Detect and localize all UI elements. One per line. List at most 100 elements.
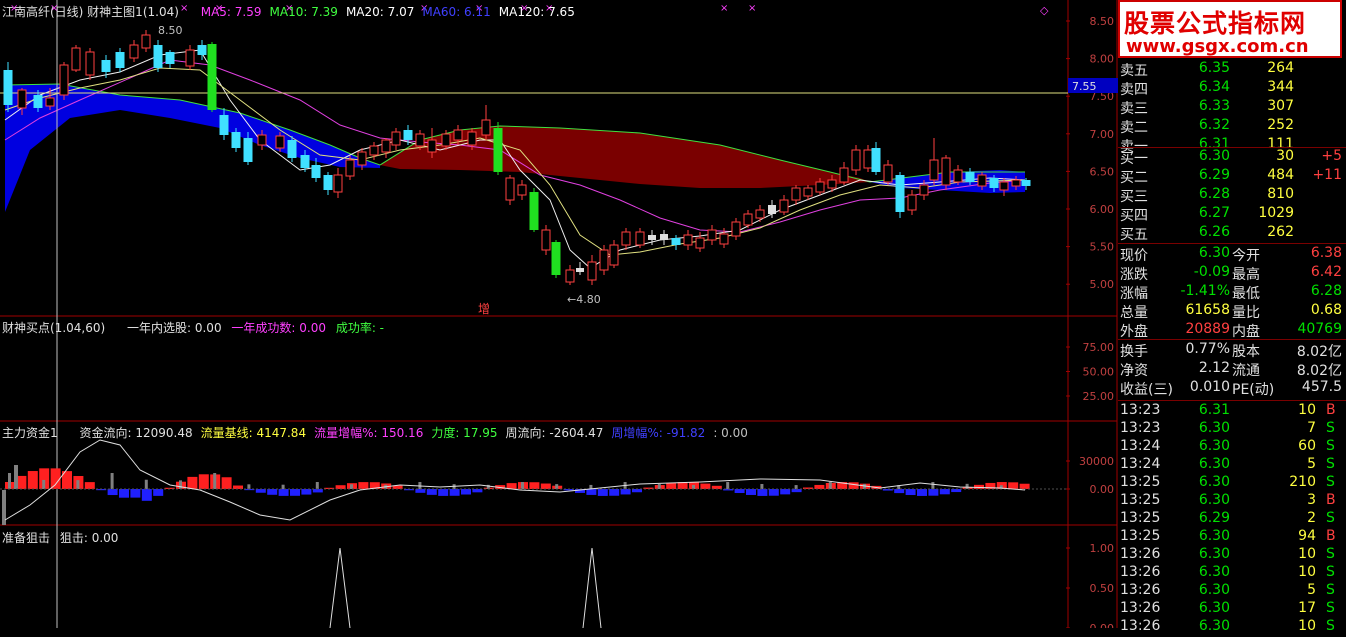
tick-side: S: [1326, 582, 1335, 598]
bid-volume: 484: [1267, 167, 1294, 183]
fund-flow-legend-item: : 0.00: [713, 426, 748, 440]
candle-body: [323, 175, 333, 190]
flow-bar: [894, 489, 905, 494]
fund-flow-legend-item: 流量增幅%: 150.16: [314, 426, 424, 440]
tick-side: S: [1326, 438, 1335, 454]
flow-bar: [734, 489, 745, 494]
flow-grey-bar: [760, 483, 764, 489]
tick-price: 6.31: [1198, 402, 1230, 418]
flow-grey-bar: [144, 479, 148, 489]
fundamental-label: 流通: [1232, 363, 1260, 379]
panel4-value: 狙击: 0.00: [59, 531, 119, 545]
diamond-icon[interactable]: ◇: [1040, 4, 1049, 17]
chart-area[interactable]: × × × × × × × × × × × 8.508.007.507.006.506.005.50…: [0, 0, 1118, 628]
candle-body: [965, 172, 975, 182]
tick-time: 13:26: [1120, 618, 1161, 634]
tick-volume: 94: [1298, 528, 1316, 544]
crosshair-price-label: 7.55: [1072, 80, 1097, 93]
y-tick-label: 75.00: [1083, 341, 1115, 354]
fundamental-value: 8.02亿: [1296, 344, 1342, 360]
quote-label: 现价: [1120, 248, 1148, 264]
bid-price: 6.29: [1198, 167, 1230, 183]
y-tick-label: 7.00: [1090, 128, 1115, 141]
flow-grey-bar: [794, 485, 798, 489]
candle-body: [333, 174, 343, 193]
candle-body: [153, 45, 163, 68]
quote-value: -1.41%: [1180, 283, 1230, 299]
candle-body: [33, 95, 43, 108]
candle-body: [115, 52, 125, 68]
flow-bar: [153, 489, 164, 496]
panel3-title: 主力资金1: [2, 426, 58, 440]
ma-legend-item: MA120: 7.65: [498, 5, 575, 19]
ask-price: 6.32: [1198, 117, 1230, 133]
flow-bar: [597, 489, 608, 496]
flow-bar: [358, 482, 369, 489]
fundamental-value: 0.77%: [1185, 341, 1230, 357]
tick-price: 6.30: [1198, 528, 1230, 544]
banner-title: 股票公式指标网: [1124, 9, 1307, 38]
candle-body: [660, 234, 668, 240]
flow-bar: [939, 489, 950, 495]
candle-body: [529, 192, 539, 230]
candle-body: [871, 148, 881, 172]
tick-side: S: [1326, 546, 1335, 562]
tick-volume: 5: [1307, 582, 1316, 598]
flow-bar: [780, 489, 791, 495]
candle-body: [257, 134, 267, 146]
flow-bar: [1019, 483, 1030, 489]
fundamental-label: 收益(三): [1120, 382, 1173, 398]
flow-grey-bar: [931, 482, 935, 489]
flow-bar: [905, 489, 916, 496]
fundamental-value: 2.12: [1198, 360, 1230, 376]
ask-price: 6.35: [1198, 60, 1230, 76]
flow-grey-bar: [110, 473, 114, 489]
tick-side: B: [1326, 492, 1336, 508]
flow-bar: [426, 489, 437, 495]
signal-cross-icon: ×: [748, 3, 756, 14]
y-tick-label: 50.00: [1083, 366, 1115, 379]
candle-body: [803, 187, 813, 197]
flow-grey-bar: [726, 482, 730, 489]
site-banner[interactable]: 股票公式指标网 www.gsgx.com.cn: [1118, 0, 1342, 58]
quote-value: 61658: [1185, 302, 1230, 318]
candle-body: [381, 139, 391, 153]
tick-price: 6.30: [1198, 438, 1230, 454]
quote-label: 最高: [1232, 267, 1260, 283]
candle-body: [551, 242, 561, 275]
ask-price: 6.34: [1198, 79, 1230, 95]
tick-price: 6.30: [1198, 564, 1230, 580]
candle-body: [779, 199, 789, 213]
ask-label: 卖三: [1120, 101, 1148, 117]
candle-body: [17, 89, 27, 109]
flow-bar: [301, 489, 312, 495]
tick-volume: 2: [1307, 510, 1316, 526]
tick-price: 6.29: [1198, 510, 1230, 526]
candle-body: [565, 269, 575, 283]
candle-body: [231, 132, 241, 148]
tick-volume: 3: [1307, 492, 1316, 508]
ask-price: 6.33: [1198, 98, 1230, 114]
candle-body: [863, 149, 873, 169]
ma-legend: MA5: 7.59 MA10: 7.39 MA20: 7.07 MA60: 6.11 M…: [183, 5, 575, 19]
tick-side: S: [1326, 420, 1335, 436]
candle-body: [3, 70, 13, 105]
candle-body: [895, 175, 905, 212]
ma-legend-item: MA60: 6.11: [422, 5, 491, 19]
flow-bar: [187, 476, 198, 489]
flow-bar: [130, 489, 141, 498]
tick-time: 13:24: [1120, 438, 1161, 454]
fund-flow-legend-item: 力度: 17.95: [431, 426, 498, 440]
candle-body: [141, 34, 151, 49]
candle-body: [219, 115, 229, 135]
flow-grey-bar: [521, 482, 524, 489]
candle-body: [707, 229, 717, 241]
candle-body: [731, 221, 741, 237]
bid-volume: 30: [1276, 148, 1294, 164]
tick-side: S: [1326, 618, 1335, 634]
candle-body: [493, 128, 503, 172]
fundamental-value: 0.010: [1189, 379, 1230, 395]
tick-price: 6.30: [1198, 492, 1230, 508]
tick-time: 13:24: [1120, 456, 1161, 472]
tick-time: 13:25: [1120, 492, 1161, 508]
